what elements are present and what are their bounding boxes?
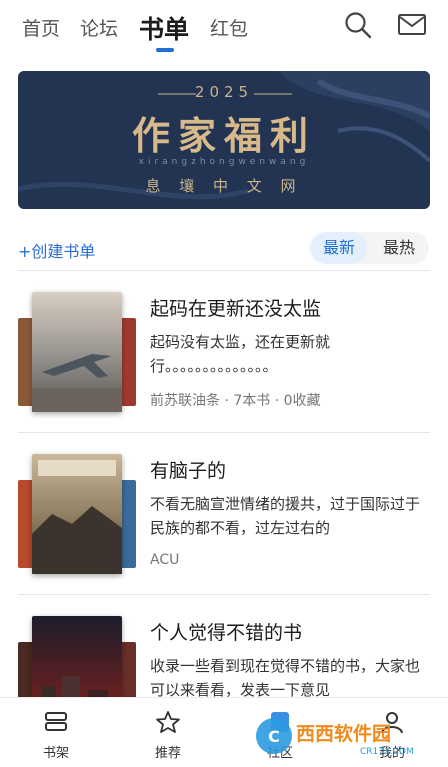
active-tab-indicator bbox=[156, 48, 174, 52]
bottom-tab-label: 书架 bbox=[42, 746, 69, 761]
tab-redpacket[interactable]: 红包 bbox=[210, 14, 248, 41]
bookshelf-icon bbox=[45, 712, 67, 731]
jet-illustration bbox=[32, 354, 122, 412]
booklist-item[interactable]: 起码在更新还没太监 起码没有太监，还在更新就行。。。。。。。。。。。。。。 前苏… bbox=[0, 272, 448, 432]
booklist-meta: 前苏联油条 · 7本书 · 0收藏 bbox=[150, 393, 321, 409]
booklist-title: 有脑子的 bbox=[150, 460, 227, 482]
mail-icon[interactable] bbox=[397, 10, 427, 40]
banner-pinyin: xirangzhongwenwang bbox=[138, 157, 310, 167]
promo-banner[interactable]: 2025 作家福利 xirangzhongwenwang 息 壤 中 文 网 bbox=[18, 71, 430, 209]
star-icon bbox=[156, 711, 180, 733]
booklist-description: 收录一些看到现在觉得不错的书，大家也可以来看看，发表一下意见 bbox=[150, 657, 421, 699]
booklist-item[interactable]: 有脑子的 不看无脑宣泄情绪的援共，过于国际过于民族的都不看，过左过右的 ACU bbox=[0, 434, 448, 594]
svg-text:C: C bbox=[268, 727, 280, 746]
sort-toggle: 最新 最热 bbox=[309, 232, 429, 264]
booklist-title: 起码在更新还没太监 bbox=[150, 298, 322, 320]
tab-booklist[interactable]: 书单 bbox=[139, 10, 189, 46]
divider bbox=[18, 594, 430, 595]
watermark-domain: CR173.COM bbox=[360, 747, 414, 757]
booklist-description: 不看无脑宣泄情绪的援共，过于国际过于民族的都不看，过左过右的 bbox=[150, 495, 421, 537]
banner-title: 作家福利 bbox=[131, 113, 316, 158]
booklist-covers bbox=[18, 292, 138, 414]
tab-home[interactable]: 首页 bbox=[22, 14, 60, 41]
banner-year: 2025 bbox=[194, 83, 254, 101]
newspaper-illustration bbox=[32, 460, 122, 574]
sort-newest-option[interactable]: 最新 bbox=[311, 232, 367, 264]
booklist-meta: ACU bbox=[150, 552, 180, 568]
booklist-title: 个人觉得不错的书 bbox=[150, 622, 303, 644]
booklist-covers bbox=[18, 454, 138, 576]
bottom-tab-bookshelf[interactable]: 书架 bbox=[26, 710, 86, 761]
divider bbox=[18, 432, 430, 433]
book-cover-main bbox=[32, 292, 122, 412]
search-icon[interactable] bbox=[343, 10, 373, 40]
watermark-logo: C 西西软件园 CR173.COM bbox=[256, 718, 414, 757]
book-cover-main bbox=[32, 454, 122, 574]
create-booklist-button[interactable]: +创建书单 bbox=[18, 238, 95, 262]
tab-forum[interactable]: 论坛 bbox=[80, 14, 118, 41]
bottom-tab-label: 推荐 bbox=[154, 746, 181, 761]
bottom-tab-recommend[interactable]: 推荐 bbox=[138, 710, 198, 761]
sort-hottest-option[interactable]: 最热 bbox=[371, 232, 427, 264]
booklist-description: 起码没有太监，还在更新就行。。。。。。。。。。。。。。 bbox=[150, 333, 331, 375]
divider bbox=[18, 270, 430, 271]
banner-site-name: 息 壤 中 文 网 bbox=[145, 177, 303, 195]
watermark-brand: 西西软件园 bbox=[296, 722, 391, 745]
top-nav: 首页 论坛 书单 红包 bbox=[0, 0, 448, 58]
